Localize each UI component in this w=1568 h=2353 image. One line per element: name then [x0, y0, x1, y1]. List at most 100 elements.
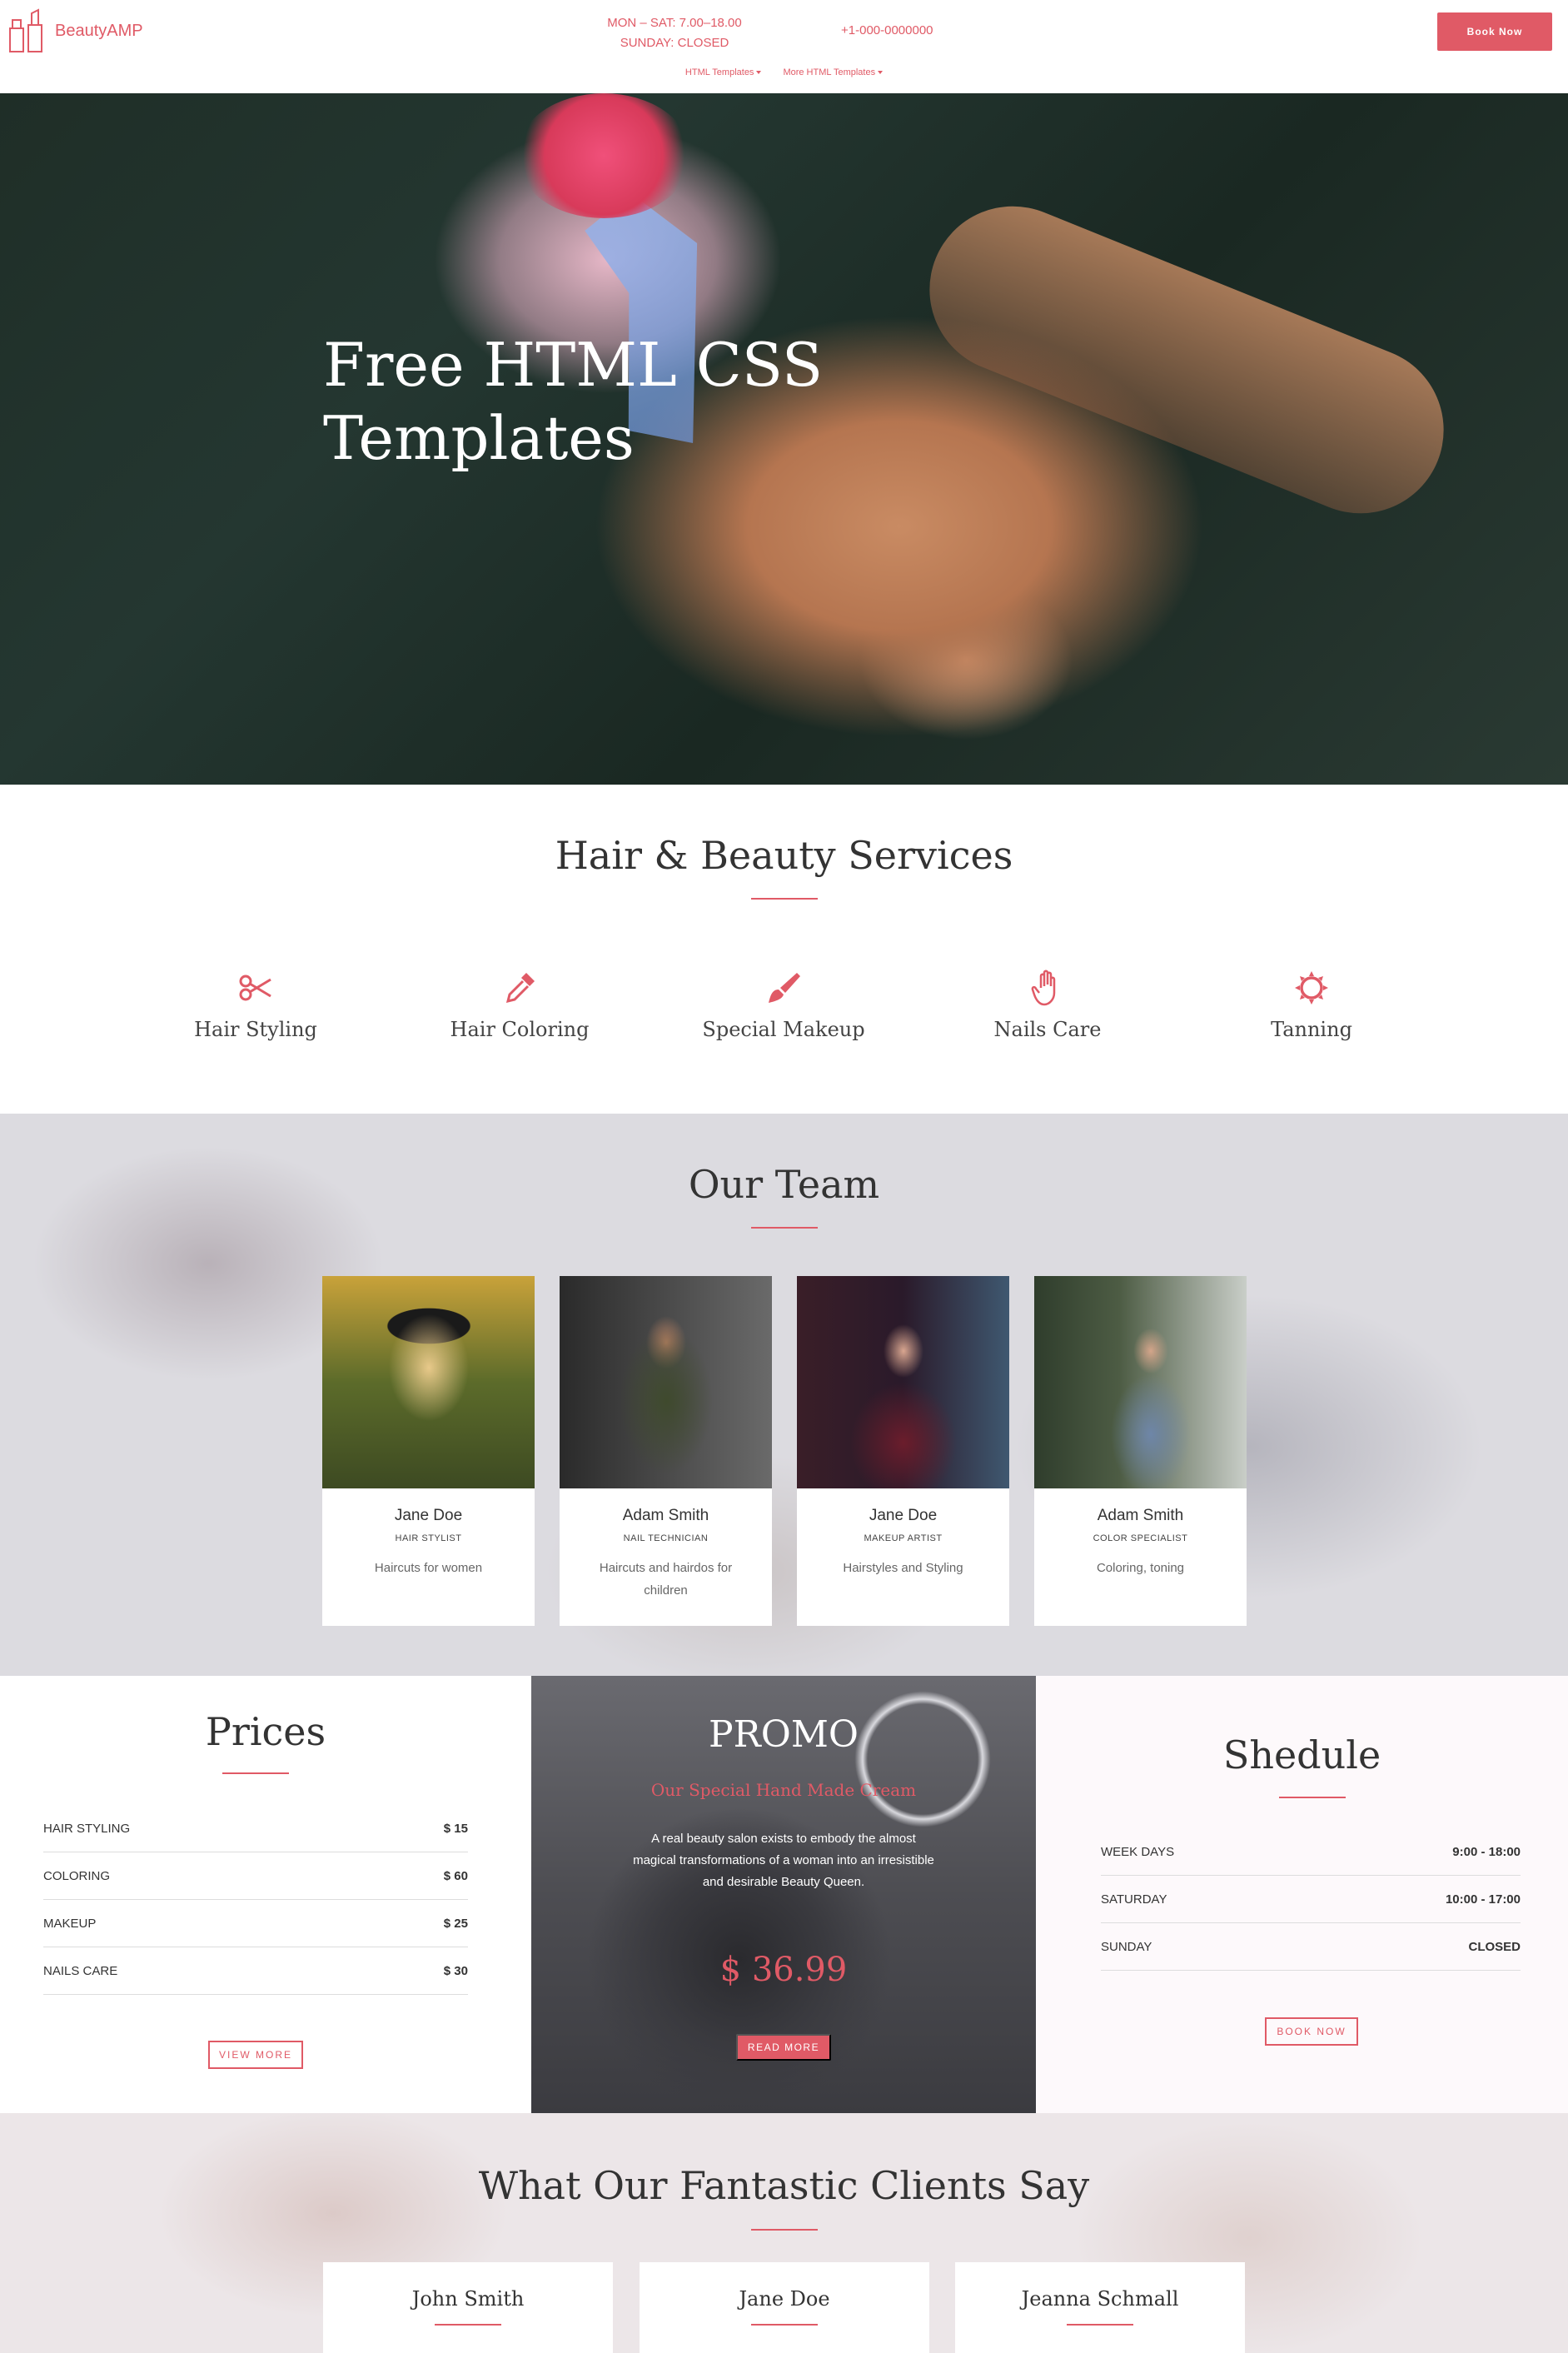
schedule-hours: CLOSED	[1468, 1939, 1521, 1954]
price-label: NAILS CARE	[43, 1963, 118, 1978]
main-nav: HTML Templates More HTML Templates	[0, 67, 1568, 77]
promo-subtitle: Our Special Hand Made Cream	[650, 1780, 917, 1800]
sun-icon	[1295, 971, 1328, 1005]
price-row: COLORING $ 60	[43, 1852, 468, 1900]
client-name: Jeanna Schmall	[1021, 2287, 1179, 2311]
team-role: NAIL TECHNICIAN	[623, 1533, 709, 1543]
price-label: HAIR STYLING	[43, 1821, 131, 1836]
price-value: $ 60	[443, 1868, 468, 1883]
team-section: Our Team Jane Doe HAIR STYLIST Haircuts …	[0, 1114, 1568, 1676]
testimonial-card: Jeanna Schmall	[955, 2262, 1245, 2353]
hero-photo-flower	[516, 93, 691, 218]
team-card[interactable]: Adam Smith COLOR SPECIALIST Coloring, to…	[1034, 1276, 1247, 1626]
phone-number[interactable]: +1-000-0000000	[841, 23, 933, 37]
schedule-row: WEEK DAYS 9:00 - 18:00	[1101, 1828, 1521, 1876]
service-tanning[interactable]: Tanning	[1220, 968, 1403, 1041]
hero-photo-arm	[904, 181, 1469, 539]
hero-title-line1: Free HTML CSS	[323, 330, 824, 400]
services-section: Hair & Beauty Services Hair Styling Hair…	[0, 785, 1568, 1114]
team-desc: Haircuts for women	[374, 1561, 483, 1575]
title-divider	[1067, 2324, 1133, 2326]
title-divider	[751, 2229, 818, 2231]
testimonials-title: What Our Fantastic Clients Say	[478, 2163, 1090, 2208]
title-divider	[222, 1772, 289, 1774]
service-label: Tanning	[1271, 1018, 1352, 1041]
team-photo	[797, 1276, 1009, 1488]
schedule-row: SUNDAY CLOSED	[1101, 1923, 1521, 1971]
lipstick-logo-icon	[9, 8, 42, 52]
title-divider	[751, 898, 818, 900]
schedule-section: Shedule WEEK DAYS 9:00 - 18:00 SATURDAY …	[1036, 1676, 1568, 2113]
promo-description: A real beauty salon exists to embody the…	[633, 1832, 934, 1889]
team-card[interactable]: Adam Smith NAIL TECHNICIAN Haircuts and …	[560, 1276, 772, 1626]
price-row: MAKEUP $ 25	[43, 1900, 468, 1947]
testimonials-section: What Our Fantastic Clients Say John Smit…	[0, 2113, 1568, 2353]
service-label: Special Makeup	[702, 1018, 865, 1041]
schedule-day: SATURDAY	[1101, 1892, 1167, 1907]
price-label: COLORING	[43, 1868, 111, 1883]
prices-section: Prices HAIR STYLING $ 15 COLORING $ 60 M…	[0, 1676, 531, 2113]
team-name: Adam Smith	[622, 1507, 709, 1524]
caret-down-icon	[756, 71, 762, 74]
caret-down-icon	[878, 71, 884, 74]
team-desc: Hairstyles and Styling	[843, 1561, 963, 1575]
service-hair-styling[interactable]: Hair Styling	[164, 968, 347, 1041]
team-name: Jane Doe	[869, 1507, 938, 1524]
prices-title: Prices	[205, 1709, 326, 1754]
service-label: Nails Care	[993, 1018, 1102, 1041]
logo-text: BeautyAMP	[55, 21, 143, 40]
team-name: Jane Doe	[394, 1507, 463, 1524]
promo-price: $ 36.99	[719, 1951, 848, 1989]
site-header: BeautyAMP MON – SAT: 7.00–18.00 SUNDAY: …	[0, 0, 1568, 93]
title-divider	[1279, 1797, 1346, 1798]
schedule-row: SATURDAY 10:00 - 17:00	[1101, 1876, 1521, 1923]
schedule-hours: 10:00 - 17:00	[1445, 1892, 1521, 1907]
schedule-hours: 9:00 - 18:00	[1452, 1844, 1521, 1859]
read-more-button[interactable]: READ MORE	[736, 2034, 831, 2061]
team-photo	[322, 1276, 535, 1488]
team-card[interactable]: Jane Doe HAIR STYLIST Haircuts for women	[322, 1276, 535, 1626]
team-photo	[1034, 1276, 1247, 1488]
hours-weekdays: MON – SAT: 7.00–18.00	[607, 16, 742, 30]
book-now-button[interactable]: BOOK NOW	[1265, 2017, 1358, 2046]
team-role: HAIR STYLIST	[395, 1533, 462, 1543]
client-name: John Smith	[411, 2287, 525, 2311]
title-divider	[751, 2324, 818, 2326]
team-role: COLOR SPECIALIST	[1093, 1533, 1188, 1543]
logo[interactable]: BeautyAMP	[8, 8, 143, 53]
title-divider	[751, 1227, 818, 1229]
price-value: $ 25	[443, 1916, 468, 1931]
promo-title: PROMO	[709, 1713, 859, 1756]
team-photo	[560, 1276, 772, 1488]
scissors-icon	[239, 975, 271, 1001]
nav-more-html-templates[interactable]: More HTML Templates	[783, 67, 884, 77]
title-divider	[435, 2324, 501, 2326]
service-nails-care[interactable]: Nails Care	[956, 968, 1139, 1041]
service-hair-coloring[interactable]: Hair Coloring	[428, 968, 611, 1041]
promo-section: PROMO Our Special Hand Made Cream A real…	[531, 1676, 1036, 2113]
opening-hours: MON – SAT: 7.00–18.00 SUNDAY: CLOSED	[583, 13, 766, 53]
hero-title-line2: Templates	[323, 403, 635, 473]
service-special-makeup[interactable]: Special Makeup	[692, 968, 875, 1041]
dropper-icon	[505, 973, 535, 1004]
nav-label: More HTML Templates	[783, 67, 876, 77]
testimonial-card: Jane Doe	[640, 2262, 929, 2353]
view-more-button[interactable]: VIEW MORE	[208, 2041, 303, 2069]
services-title: Hair & Beauty Services	[555, 833, 1013, 878]
service-label: Hair Styling	[194, 1018, 317, 1041]
hero-banner: Free HTML CSS Templates	[0, 93, 1568, 785]
team-name: Adam Smith	[1097, 1507, 1184, 1524]
price-value: $ 15	[443, 1821, 468, 1836]
hours-sunday: SUNDAY: CLOSED	[620, 36, 729, 50]
price-value: $ 30	[443, 1963, 468, 1978]
nav-html-templates[interactable]: HTML Templates	[685, 67, 762, 77]
book-now-button[interactable]: Book Now	[1437, 12, 1552, 51]
hand-icon	[1031, 970, 1056, 1006]
price-row: HAIR STYLING $ 15	[43, 1805, 468, 1852]
team-desc: Haircuts and hairdos for children	[599, 1561, 733, 1598]
hero-title: Free HTML CSS Templates	[323, 328, 823, 475]
nav-label: HTML Templates	[684, 67, 754, 77]
team-card[interactable]: Jane Doe MAKEUP ARTIST Hairstyles and St…	[797, 1276, 1009, 1626]
team-title: Our Team	[688, 1162, 880, 1207]
brush-icon	[769, 973, 800, 1003]
